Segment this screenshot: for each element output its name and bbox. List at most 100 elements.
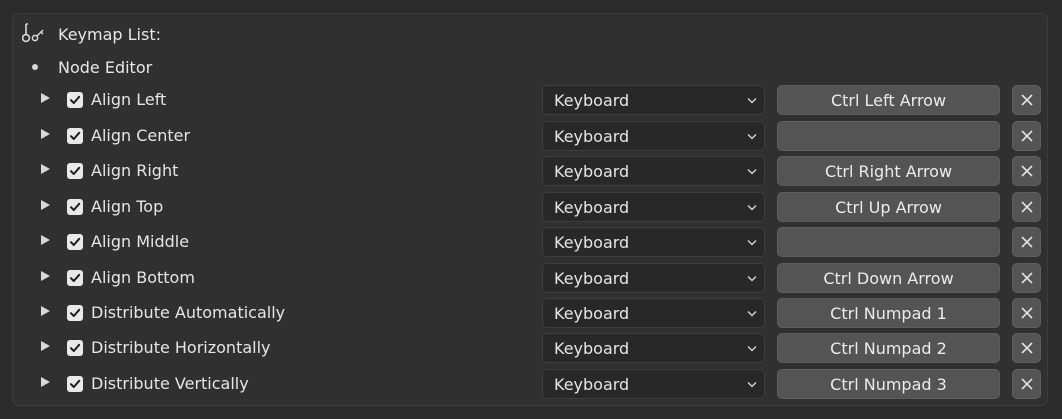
item-label: Align Bottom bbox=[91, 268, 195, 287]
shortcut-button[interactable]: Ctrl Up Arrow bbox=[777, 192, 1000, 222]
keymap-item: Align Middle Keyboard bbox=[0, 227, 1062, 257]
item-enabled-checkbox[interactable] bbox=[67, 199, 83, 215]
checkmark-icon bbox=[70, 379, 81, 388]
item-label: Distribute Automatically bbox=[91, 303, 286, 322]
input-type-value: Keyboard bbox=[554, 304, 630, 323]
remove-item-button[interactable] bbox=[1012, 263, 1041, 293]
input-type-value: Keyboard bbox=[554, 91, 630, 110]
remove-item-button[interactable] bbox=[1012, 121, 1041, 151]
chevron-down-icon bbox=[747, 133, 757, 140]
shortcut-button[interactable]: Ctrl Numpad 2 bbox=[777, 333, 1000, 363]
close-icon bbox=[1021, 165, 1033, 177]
checkmark-icon bbox=[70, 343, 81, 352]
item-enabled-checkbox[interactable] bbox=[67, 128, 83, 144]
item-enabled-checkbox[interactable] bbox=[67, 234, 83, 250]
item-enabled-checkbox[interactable] bbox=[67, 376, 83, 392]
input-type-select[interactable]: Keyboard bbox=[542, 85, 765, 115]
chevron-down-icon bbox=[747, 310, 757, 317]
checkmark-icon bbox=[70, 166, 81, 175]
remove-item-button[interactable] bbox=[1012, 156, 1041, 186]
disclosure-triangle-icon[interactable] bbox=[41, 164, 50, 174]
editor-label: Node Editor bbox=[58, 57, 153, 77]
chevron-down-icon bbox=[747, 345, 757, 352]
chevron-down-icon bbox=[747, 275, 757, 282]
remove-item-button[interactable] bbox=[1012, 369, 1041, 399]
remove-item-button[interactable] bbox=[1012, 298, 1041, 328]
keymap-item: Align Left Keyboard Ctrl Left Arrow bbox=[0, 85, 1062, 115]
checkmark-icon bbox=[70, 202, 81, 211]
close-icon bbox=[1021, 201, 1033, 213]
disclosure-triangle-icon[interactable] bbox=[41, 93, 50, 103]
item-enabled-checkbox[interactable] bbox=[67, 270, 83, 286]
chevron-down-icon bbox=[747, 239, 757, 246]
shortcut-button[interactable] bbox=[777, 121, 1000, 151]
remove-item-button[interactable] bbox=[1012, 192, 1041, 222]
input-type-value: Keyboard bbox=[554, 233, 630, 252]
item-enabled-checkbox[interactable] bbox=[67, 340, 83, 356]
keymap-item: Align Center Keyboard bbox=[0, 121, 1062, 151]
chevron-down-icon bbox=[747, 381, 757, 388]
input-type-select[interactable]: Keyboard bbox=[542, 156, 765, 186]
close-icon bbox=[1021, 236, 1033, 248]
item-label: Distribute Vertically bbox=[91, 374, 249, 393]
keymap-item: Distribute Horizontally Keyboard Ctrl Nu… bbox=[0, 333, 1062, 363]
keymap-item: Align Top Keyboard Ctrl Up Arrow bbox=[0, 192, 1062, 222]
keymap-item: Distribute Automatically Keyboard Ctrl N… bbox=[0, 298, 1062, 328]
bullet-icon bbox=[32, 64, 38, 70]
input-type-select[interactable]: Keyboard bbox=[542, 227, 765, 257]
disclosure-triangle-icon[interactable] bbox=[41, 306, 50, 316]
disclosure-triangle-icon[interactable] bbox=[41, 235, 50, 245]
remove-item-button[interactable] bbox=[1012, 85, 1041, 115]
keymap-list-header: Keymap List: bbox=[22, 22, 161, 46]
input-type-select[interactable]: Keyboard bbox=[542, 121, 765, 151]
input-type-value: Keyboard bbox=[554, 162, 630, 181]
keymap-icon bbox=[22, 22, 48, 46]
shortcut-button[interactable]: Ctrl Numpad 3 bbox=[777, 369, 1000, 399]
keymap-item: Align Right Keyboard Ctrl Right Arrow bbox=[0, 156, 1062, 186]
close-icon bbox=[1021, 94, 1033, 106]
item-enabled-checkbox[interactable] bbox=[67, 305, 83, 321]
keymap-item: Align Bottom Keyboard Ctrl Down Arrow bbox=[0, 263, 1062, 293]
close-icon bbox=[1021, 342, 1033, 354]
disclosure-triangle-icon[interactable] bbox=[41, 200, 50, 210]
checkmark-icon bbox=[70, 95, 81, 104]
chevron-down-icon bbox=[747, 97, 757, 104]
item-label: Align Center bbox=[91, 126, 191, 145]
close-icon bbox=[1021, 272, 1033, 284]
input-type-select[interactable]: Keyboard bbox=[542, 192, 765, 222]
item-enabled-checkbox[interactable] bbox=[67, 163, 83, 179]
shortcut-button[interactable]: Ctrl Numpad 1 bbox=[777, 298, 1000, 328]
item-label: Align Left bbox=[91, 90, 167, 109]
shortcut-button[interactable]: Ctrl Right Arrow bbox=[777, 156, 1000, 186]
input-type-select[interactable]: Keyboard bbox=[542, 263, 765, 293]
input-type-value: Keyboard bbox=[554, 339, 630, 358]
disclosure-triangle-icon[interactable] bbox=[41, 271, 50, 281]
item-enabled-checkbox[interactable] bbox=[67, 92, 83, 108]
item-label: Align Middle bbox=[91, 232, 190, 251]
keymap-item: Distribute Vertically Keyboard Ctrl Nump… bbox=[0, 369, 1062, 399]
disclosure-triangle-icon[interactable] bbox=[41, 129, 50, 139]
input-type-select[interactable]: Keyboard bbox=[542, 369, 765, 399]
remove-item-button[interactable] bbox=[1012, 333, 1041, 363]
close-icon bbox=[1021, 307, 1033, 319]
input-type-value: Keyboard bbox=[554, 127, 630, 146]
checkmark-icon bbox=[70, 273, 81, 282]
remove-item-button[interactable] bbox=[1012, 227, 1041, 257]
item-label: Distribute Horizontally bbox=[91, 338, 271, 357]
input-type-value: Keyboard bbox=[554, 375, 630, 394]
keymap-list-title: Keymap List: bbox=[58, 24, 161, 44]
input-type-select[interactable]: Keyboard bbox=[542, 333, 765, 363]
item-label: Align Right bbox=[91, 161, 179, 180]
shortcut-button[interactable]: Ctrl Down Arrow bbox=[777, 263, 1000, 293]
chevron-down-icon bbox=[747, 168, 757, 175]
item-label: Align Top bbox=[91, 197, 164, 216]
shortcut-button[interactable] bbox=[777, 227, 1000, 257]
disclosure-triangle-icon[interactable] bbox=[41, 377, 50, 387]
input-type-value: Keyboard bbox=[554, 269, 630, 288]
shortcut-button[interactable]: Ctrl Left Arrow bbox=[777, 85, 1000, 115]
close-icon bbox=[1021, 378, 1033, 390]
editor-group: Node Editor bbox=[22, 56, 152, 78]
chevron-down-icon bbox=[747, 204, 757, 211]
disclosure-triangle-icon[interactable] bbox=[41, 341, 50, 351]
input-type-select[interactable]: Keyboard bbox=[542, 298, 765, 328]
